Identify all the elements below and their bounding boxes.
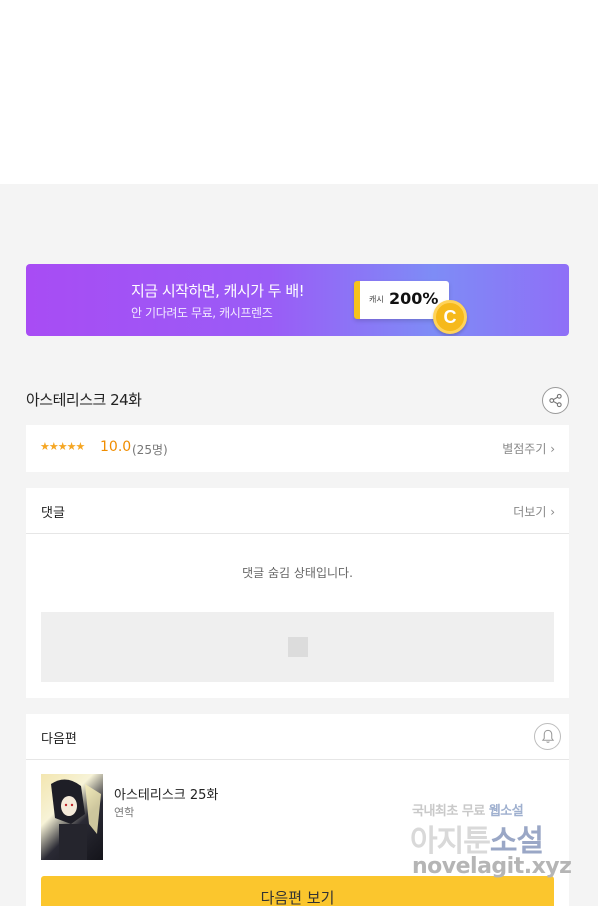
- cash-label: 캐시: [369, 295, 384, 304]
- content-top-area: [0, 0, 598, 184]
- site-watermark: 국내최초 무료 웹소설 아지툰소설 novelagit.xyz: [410, 796, 580, 891]
- comment-hidden-message: 댓글 숨김 상태입니다.: [242, 566, 353, 580]
- ad-placeholder: [41, 612, 554, 682]
- comment-title: 댓글: [41, 506, 65, 521]
- next-episode-status: 연학: [114, 806, 135, 819]
- rating-count: (25명): [132, 443, 168, 457]
- next-episode-name: 아스테리스크 25화: [114, 788, 219, 803]
- next-episode-thumbnail[interactable]: [41, 774, 103, 860]
- comment-card: 댓글 더보기 › 댓글 숨김 상태입니다.: [26, 488, 569, 698]
- banner-subtitle: 안 기다려도 무료, 캐시프렌즈: [131, 306, 273, 320]
- episode-title: 아스테리스크 24화: [26, 391, 142, 409]
- share-icon: [549, 393, 562, 408]
- next-title: 다음편: [41, 732, 77, 747]
- coin-icon: C: [433, 300, 467, 334]
- share-button[interactable]: [542, 387, 569, 414]
- rating-card: ★★★★★ 10.0 (25명) 별점주기 ›: [26, 425, 569, 472]
- rate-button[interactable]: 별점주기 ›: [502, 440, 555, 457]
- rating-score: 10.0: [100, 439, 132, 455]
- comment-header: 댓글 더보기 ›: [26, 488, 569, 534]
- notification-button[interactable]: [534, 723, 561, 750]
- thumbnail-illustration: [51, 779, 101, 860]
- coin-letter: C: [443, 306, 457, 327]
- bell-icon: [541, 729, 554, 743]
- watermark-url: novelagit.xyz: [412, 854, 572, 879]
- comment-more-link[interactable]: 더보기 ›: [513, 503, 555, 520]
- image-placeholder-icon: [288, 637, 308, 657]
- cash-friends-banner[interactable]: 지금 시작하면, 캐시가 두 배! 안 기다려도 무료, 캐시프렌즈 캐시 20…: [26, 264, 569, 336]
- rating-stars: ★★★★★: [40, 440, 85, 453]
- next-header: 다음편: [26, 714, 569, 760]
- cash-value: 200%: [389, 289, 439, 308]
- banner-title: 지금 시작하면, 캐시가 두 배!: [131, 282, 305, 300]
